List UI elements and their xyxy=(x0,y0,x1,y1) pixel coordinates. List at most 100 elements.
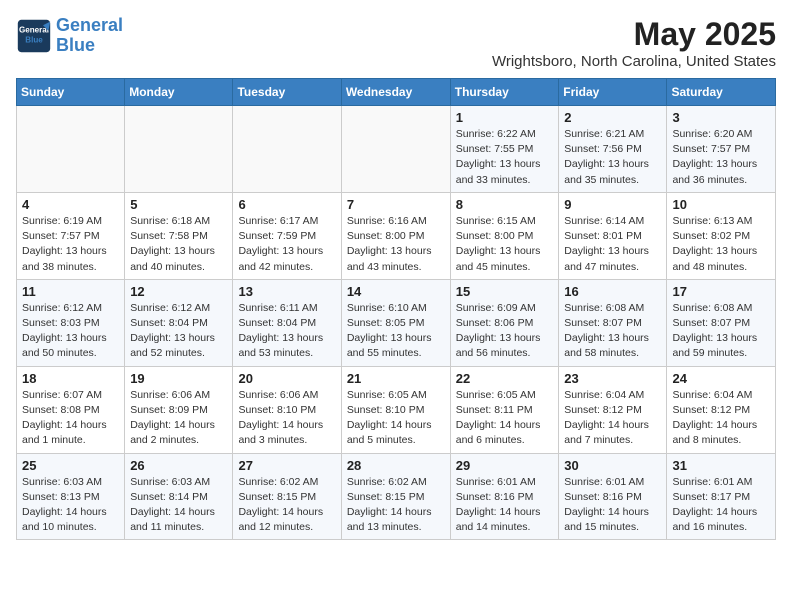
calendar-week-row: 11 Sunrise: 6:12 AM Sunset: 8:03 PM Dayli… xyxy=(17,279,776,366)
calendar-cell xyxy=(17,106,125,193)
page-title: May 2025 xyxy=(492,16,776,53)
day-number: 21 xyxy=(347,371,445,386)
day-info: Sunrise: 6:19 AM Sunset: 7:57 PM Dayligh… xyxy=(22,214,119,275)
calendar-week-row: 1 Sunrise: 6:22 AM Sunset: 7:55 PM Daylig… xyxy=(17,106,776,193)
day-number: 8 xyxy=(456,197,554,212)
calendar-cell: 2Sunrise: 6:21 AM Sunset: 7:56 PM Daylig… xyxy=(559,106,667,193)
calendar-cell: 23 Sunrise: 6:04 AM Sunset: 8:12 PM Dayli… xyxy=(559,366,667,453)
logo: General Blue GeneralBlue xyxy=(16,16,123,56)
page-subtitle: Wrightsboro, North Carolina, United Stat… xyxy=(492,53,776,70)
calendar-cell: 31 Sunrise: 6:01 AM Sunset: 8:17 PM Dayli… xyxy=(667,453,776,540)
calendar-cell: 7Sunrise: 6:16 AM Sunset: 8:00 PM Daylig… xyxy=(341,192,450,279)
day-number: 5 xyxy=(130,197,227,212)
day-number: 20 xyxy=(238,371,335,386)
day-number: 28 xyxy=(347,458,445,473)
day-number: 7 xyxy=(347,197,445,212)
day-number: 19 xyxy=(130,371,227,386)
weekday-header: Monday xyxy=(125,79,233,106)
calendar-cell: 18 Sunrise: 6:07 AM Sunset: 8:08 PM Dayli… xyxy=(17,366,125,453)
calendar-cell: 25Sunrise: 6:03 AM Sunset: 8:13 PM Dayli… xyxy=(17,453,125,540)
calendar-cell: 20 Sunrise: 6:06 AM Sunset: 8:10 PM Dayli… xyxy=(233,366,341,453)
calendar-cell: 16 Sunrise: 6:08 AM Sunset: 8:07 PM Dayli… xyxy=(559,279,667,366)
day-info: Sunrise: 6:18 AM Sunset: 7:58 PM Dayligh… xyxy=(130,214,227,275)
day-info: Sunrise: 6:22 AM Sunset: 7:55 PM Dayligh… xyxy=(456,127,554,188)
calendar-cell: 12Sunrise: 6:12 AM Sunset: 8:04 PM Dayli… xyxy=(125,279,233,366)
weekday-header: Saturday xyxy=(667,79,776,106)
day-number: 22 xyxy=(456,371,554,386)
weekday-header: Wednesday xyxy=(341,79,450,106)
day-info: Sunrise: 6:02 AM Sunset: 8:15 PM Dayligh… xyxy=(347,475,445,536)
weekday-header: Thursday xyxy=(450,79,559,106)
day-number: 25 xyxy=(22,458,119,473)
day-number: 1 xyxy=(456,110,554,125)
calendar-table: SundayMondayTuesdayWednesdayThursdayFrid… xyxy=(16,78,776,540)
day-info: Sunrise: 6:08 AM Sunset: 8:07 PM Dayligh… xyxy=(672,301,770,362)
calendar-cell: 26 Sunrise: 6:03 AM Sunset: 8:14 PM Dayli… xyxy=(125,453,233,540)
logo-text: GeneralBlue xyxy=(56,16,123,56)
day-info: Sunrise: 6:03 AM Sunset: 8:14 PM Dayligh… xyxy=(130,475,227,536)
day-info: Sunrise: 6:11 AM Sunset: 8:04 PM Dayligh… xyxy=(238,301,335,362)
page-header: General Blue GeneralBlue May 2025 Wright… xyxy=(16,16,776,70)
day-number: 4 xyxy=(22,197,119,212)
day-number: 24 xyxy=(672,371,770,386)
day-number: 9 xyxy=(564,197,661,212)
day-info: Sunrise: 6:06 AM Sunset: 8:10 PM Dayligh… xyxy=(238,388,335,449)
svg-text:Blue: Blue xyxy=(25,35,43,44)
calendar-cell: 3Sunrise: 6:20 AM Sunset: 7:57 PM Daylig… xyxy=(667,106,776,193)
calendar-cell: 11 Sunrise: 6:12 AM Sunset: 8:03 PM Dayli… xyxy=(17,279,125,366)
day-number: 31 xyxy=(672,458,770,473)
day-info: Sunrise: 6:09 AM Sunset: 8:06 PM Dayligh… xyxy=(456,301,554,362)
day-number: 2 xyxy=(564,110,661,125)
day-info: Sunrise: 6:12 AM Sunset: 8:03 PM Dayligh… xyxy=(22,301,119,362)
calendar-cell: 1 Sunrise: 6:22 AM Sunset: 7:55 PM Daylig… xyxy=(450,106,559,193)
calendar-header-row: SundayMondayTuesdayWednesdayThursdayFrid… xyxy=(17,79,776,106)
day-info: Sunrise: 6:04 AM Sunset: 8:12 PM Dayligh… xyxy=(672,388,770,449)
day-number: 16 xyxy=(564,284,661,299)
calendar-cell: 6Sunrise: 6:17 AM Sunset: 7:59 PM Daylig… xyxy=(233,192,341,279)
day-info: Sunrise: 6:10 AM Sunset: 8:05 PM Dayligh… xyxy=(347,301,445,362)
calendar-cell: 9 Sunrise: 6:14 AM Sunset: 8:01 PM Daylig… xyxy=(559,192,667,279)
day-number: 17 xyxy=(672,284,770,299)
calendar-cell: 19 Sunrise: 6:06 AM Sunset: 8:09 PM Dayli… xyxy=(125,366,233,453)
day-info: Sunrise: 6:04 AM Sunset: 8:12 PM Dayligh… xyxy=(564,388,661,449)
day-info: Sunrise: 6:13 AM Sunset: 8:02 PM Dayligh… xyxy=(672,214,770,275)
day-info: Sunrise: 6:01 AM Sunset: 8:16 PM Dayligh… xyxy=(456,475,554,536)
weekday-header: Friday xyxy=(559,79,667,106)
calendar-cell: 24 Sunrise: 6:04 AM Sunset: 8:12 PM Dayli… xyxy=(667,366,776,453)
day-number: 15 xyxy=(456,284,554,299)
day-number: 13 xyxy=(238,284,335,299)
calendar-cell: 8 Sunrise: 6:15 AM Sunset: 8:00 PM Daylig… xyxy=(450,192,559,279)
day-number: 12 xyxy=(130,284,227,299)
day-number: 10 xyxy=(672,197,770,212)
day-info: Sunrise: 6:15 AM Sunset: 8:00 PM Dayligh… xyxy=(456,214,554,275)
day-info: Sunrise: 6:08 AM Sunset: 8:07 PM Dayligh… xyxy=(564,301,661,362)
weekday-header: Sunday xyxy=(17,79,125,106)
calendar-week-row: 18 Sunrise: 6:07 AM Sunset: 8:08 PM Dayli… xyxy=(17,366,776,453)
calendar-cell: 10 Sunrise: 6:13 AM Sunset: 8:02 PM Dayli… xyxy=(667,192,776,279)
day-info: Sunrise: 6:01 AM Sunset: 8:17 PM Dayligh… xyxy=(672,475,770,536)
day-number: 18 xyxy=(22,371,119,386)
calendar-cell xyxy=(125,106,233,193)
day-number: 14 xyxy=(347,284,445,299)
day-number: 11 xyxy=(22,284,119,299)
day-info: Sunrise: 6:06 AM Sunset: 8:09 PM Dayligh… xyxy=(130,388,227,449)
calendar-cell: 13 Sunrise: 6:11 AM Sunset: 8:04 PM Dayli… xyxy=(233,279,341,366)
calendar-week-row: 25Sunrise: 6:03 AM Sunset: 8:13 PM Dayli… xyxy=(17,453,776,540)
calendar-cell: 21Sunrise: 6:05 AM Sunset: 8:10 PM Dayli… xyxy=(341,366,450,453)
day-info: Sunrise: 6:01 AM Sunset: 8:16 PM Dayligh… xyxy=(564,475,661,536)
calendar-cell: 5 Sunrise: 6:18 AM Sunset: 7:58 PM Daylig… xyxy=(125,192,233,279)
calendar-cell: 27Sunrise: 6:02 AM Sunset: 8:15 PM Dayli… xyxy=(233,453,341,540)
day-number: 26 xyxy=(130,458,227,473)
day-number: 30 xyxy=(564,458,661,473)
calendar-cell: 30 Sunrise: 6:01 AM Sunset: 8:16 PM Dayli… xyxy=(559,453,667,540)
day-number: 3 xyxy=(672,110,770,125)
day-number: 23 xyxy=(564,371,661,386)
weekday-header: Tuesday xyxy=(233,79,341,106)
calendar-cell: 29 Sunrise: 6:01 AM Sunset: 8:16 PM Dayli… xyxy=(450,453,559,540)
day-number: 29 xyxy=(456,458,554,473)
calendar-cell: 22 Sunrise: 6:05 AM Sunset: 8:11 PM Dayli… xyxy=(450,366,559,453)
day-info: Sunrise: 6:17 AM Sunset: 7:59 PM Dayligh… xyxy=(238,214,335,275)
day-info: Sunrise: 6:14 AM Sunset: 8:01 PM Dayligh… xyxy=(564,214,661,275)
day-info: Sunrise: 6:05 AM Sunset: 8:11 PM Dayligh… xyxy=(456,388,554,449)
day-info: Sunrise: 6:07 AM Sunset: 8:08 PM Dayligh… xyxy=(22,388,119,449)
